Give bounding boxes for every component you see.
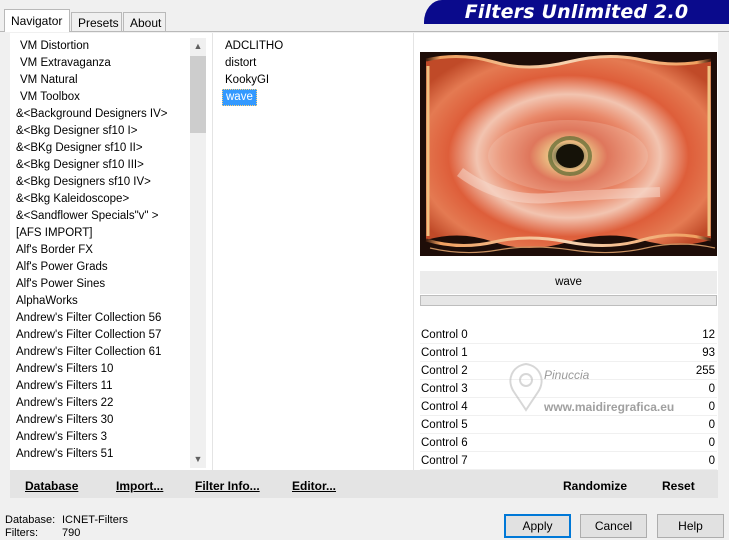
progress-bar <box>420 295 717 306</box>
filters-count-label: Filters: <box>5 527 38 539</box>
control-label: Control 1 <box>421 347 468 359</box>
category-item[interactable]: VM Distortion <box>20 38 89 55</box>
category-item[interactable]: Andrew's Filters 11 <box>16 378 113 395</box>
category-item[interactable]: VM Natural <box>20 72 78 89</box>
filter-item-selected[interactable]: wave <box>222 89 257 106</box>
control-row[interactable]: Control 5 0 <box>420 416 717 434</box>
category-item[interactable]: [AFS IMPORT] <box>16 225 92 242</box>
database-value: ICNET-Filters <box>62 514 128 526</box>
category-item[interactable]: VM Extravaganza <box>20 55 111 72</box>
editor-label: Editor... <box>292 479 337 493</box>
tab-about[interactable]: About <box>123 12 166 31</box>
control-label: Control 5 <box>421 419 468 431</box>
control-row[interactable]: Control 7 0 <box>420 452 717 470</box>
category-item[interactable]: &<Bkg Designer sf10 III> <box>16 157 144 174</box>
category-item[interactable]: Andrew's Filter Collection 57 <box>16 327 161 344</box>
control-label: Control 7 <box>421 455 468 467</box>
tab-divider <box>0 31 729 32</box>
tab-navigator[interactable]: Navigator <box>4 9 70 32</box>
category-item[interactable]: Alf's Power Sines <box>16 276 105 293</box>
filter-preview <box>420 52 717 256</box>
category-item[interactable]: &<Bkg Kaleidoscope> <box>16 191 129 208</box>
control-value[interactable]: 0 <box>709 381 715 397</box>
control-label: Control 3 <box>421 383 468 395</box>
control-row[interactable]: Control 2 255 <box>420 362 717 380</box>
category-item[interactable]: Andrew's Filters 30 <box>16 412 113 429</box>
preview-image <box>420 52 717 256</box>
filter-item[interactable]: KookyGI <box>222 72 272 89</box>
category-item[interactable]: Alf's Border FX <box>16 242 93 259</box>
category-item[interactable]: VM Toolbox <box>20 89 80 106</box>
category-item[interactable]: Andrew's Filter Collection 61 <box>16 344 161 361</box>
control-value[interactable]: 12 <box>702 327 715 343</box>
filter-info-button[interactable]: Filter Info... <box>195 479 260 493</box>
category-item[interactable]: Andrew's Filters 3 <box>16 429 107 446</box>
database-label: Database: <box>5 514 56 526</box>
scroll-down-icon[interactable]: ▼ <box>190 451 206 468</box>
help-button[interactable]: Help <box>657 514 724 538</box>
control-row[interactable]: Control 0 12 <box>420 326 717 344</box>
category-list[interactable]: VM Distortion VM Extravaganza VM Natural VM… <box>10 38 188 468</box>
import-label: Import... <box>116 479 164 493</box>
control-value[interactable]: 0 <box>709 435 715 451</box>
control-label: Control 0 <box>421 329 468 341</box>
category-item[interactable]: Andrew's Filters 22 <box>16 395 113 412</box>
app-banner: Filters Unlimited 2.0 <box>424 0 729 24</box>
randomize-button[interactable]: Randomize <box>563 479 627 493</box>
control-label: Control 4 <box>421 401 468 413</box>
filter-item[interactable]: distort <box>222 55 259 72</box>
category-item[interactable]: &<Background Designers IV> <box>16 106 168 123</box>
reset-button[interactable]: Reset <box>662 479 695 493</box>
control-row[interactable]: Control 1 93 <box>420 344 717 362</box>
control-value[interactable]: 93 <box>702 345 715 361</box>
filters-count-value: 790 <box>62 527 81 539</box>
category-item[interactable]: Andrew's Filters 51 <box>16 446 113 463</box>
selected-filter-name: wave <box>420 271 717 294</box>
control-row[interactable]: Control 4 0 <box>420 398 717 416</box>
control-value[interactable]: 0 <box>709 399 715 415</box>
filter-item[interactable]: ADCLITHO <box>222 38 286 55</box>
scroll-up-icon[interactable]: ▲ <box>190 38 206 55</box>
category-item[interactable]: &<Bkg Designer sf10 I> <box>16 123 137 140</box>
control-value[interactable]: 0 <box>709 417 715 433</box>
category-item[interactable]: Andrew's Filter Collection 56 <box>16 310 161 327</box>
list-divider <box>212 33 213 470</box>
control-row[interactable]: Control 3 0 <box>420 380 717 398</box>
scrollbar-thumb[interactable] <box>190 56 206 133</box>
app-title: Filters Unlimited 2.0 <box>464 1 689 23</box>
control-value[interactable]: 0 <box>709 453 715 469</box>
category-item[interactable]: &<BKg Designer sf10 II> <box>16 140 143 157</box>
control-row[interactable]: Control 6 0 <box>420 434 717 452</box>
filter-info-label: Filter Info... <box>195 479 260 493</box>
cancel-button[interactable]: Cancel <box>580 514 647 538</box>
editor-button[interactable]: Editor... <box>292 479 336 493</box>
import-button[interactable]: Import... <box>116 479 163 493</box>
control-label: Control 2 <box>421 365 468 377</box>
control-value[interactable]: 255 <box>696 363 715 379</box>
tab-presets[interactable]: Presets <box>71 12 122 31</box>
apply-button[interactable]: Apply <box>504 514 571 538</box>
category-item[interactable]: Alf's Power Grads <box>16 259 108 276</box>
database-label: Database <box>25 479 79 493</box>
category-item[interactable]: AlphaWorks <box>16 293 78 310</box>
database-button[interactable]: Database <box>25 479 78 493</box>
category-item[interactable]: Andrew's Filters 10 <box>16 361 113 378</box>
control-label: Control 6 <box>421 437 468 449</box>
list-divider <box>413 33 414 470</box>
category-item[interactable]: &<Bkg Designers sf10 IV> <box>16 174 151 191</box>
category-item[interactable]: &<Sandflower Specials"v" > <box>16 208 158 225</box>
